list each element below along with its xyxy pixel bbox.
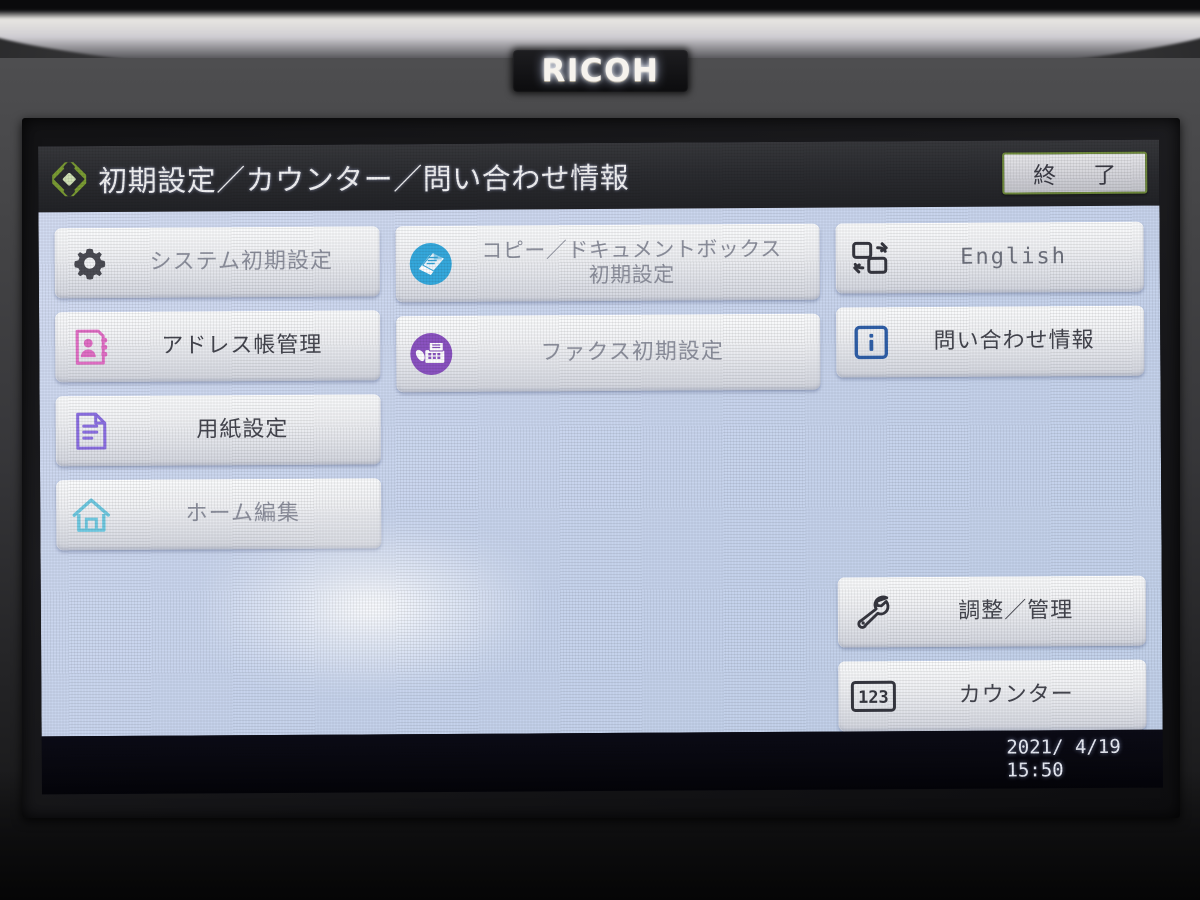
left-button-column: システム初期設定 アドレス帳管理 用紙設定 ホーム編集: [54, 226, 383, 736]
settings-diamond-icon: [52, 162, 87, 197]
paper-document-icon: [56, 411, 126, 451]
button-label: English: [960, 244, 1067, 270]
button-paper-settings[interactable]: 用紙設定: [55, 394, 382, 467]
copy-docbox-icon: [396, 241, 466, 287]
button-counter[interactable]: 123 カウンター: [837, 659, 1147, 732]
fax-icon: [396, 331, 466, 377]
ricoh-logo-text: RICOH: [541, 53, 660, 89]
exit-button[interactable]: 終 了: [1002, 151, 1148, 195]
counter-123-icon: 123: [838, 679, 908, 713]
home-icon: [56, 496, 126, 534]
page-title: 初期設定／カウンター／問い合わせ情報: [98, 160, 630, 199]
lcd-touchscreen[interactable]: 初期設定／カウンター／問い合わせ情報 終 了 システム初期設定 アドレス帳管理 …: [38, 139, 1163, 795]
info-icon: [836, 323, 906, 361]
address-book-icon: [55, 328, 125, 366]
time-text: 15:50: [1006, 759, 1064, 782]
middle-button-column: コピー／ドキュメントボックス 初期設定 ファクス初期設定: [395, 223, 823, 735]
button-label: コピー／ドキュメントボックス 初期設定: [466, 237, 820, 289]
button-label: 問い合わせ情報: [933, 327, 1095, 354]
button-label: 用紙設定: [196, 416, 289, 443]
date-text: 2021/ 4/19: [1006, 735, 1121, 759]
screen-status-bar: 2021/ 4/19 15:50: [41, 729, 1163, 795]
gear-icon: [55, 244, 125, 282]
button-label: 調整／管理: [958, 598, 1074, 624]
screen-title-bar: 初期設定／カウンター／問い合わせ情報 終 了: [38, 139, 1160, 213]
button-address-book[interactable]: アドレス帳管理: [55, 310, 381, 383]
column-spacer: [836, 390, 1145, 564]
button-label-line2: 初期設定: [588, 262, 675, 288]
button-label-line1: コピー／ドキュメントボックス: [481, 237, 782, 263]
button-system-settings[interactable]: システム初期設定: [54, 226, 381, 299]
button-fax-settings[interactable]: ファクス初期設定: [396, 313, 821, 393]
svg-text:123: 123: [858, 688, 889, 708]
button-edit-home[interactable]: ホーム編集: [56, 478, 382, 551]
button-copy-docbox-settings[interactable]: コピー／ドキュメントボックス 初期設定: [395, 223, 820, 303]
button-label: システム初期設定: [149, 248, 334, 275]
button-label: ホーム編集: [185, 500, 301, 527]
wrench-icon: [837, 592, 907, 632]
ricoh-brand-badge: RICOH: [513, 50, 688, 92]
right-button-column: English 問い合わせ情報 調整／管理 123 カウンター: [835, 221, 1147, 732]
button-label: ファクス初期設定: [540, 339, 724, 366]
language-switch-icon: [835, 238, 905, 278]
button-label: カウンター: [958, 682, 1074, 708]
settings-menu-panel: システム初期設定 アドレス帳管理 用紙設定 ホーム編集 コピー／ドキュメントボッ…: [38, 205, 1163, 737]
button-adjustment-management[interactable]: 調整／管理: [837, 575, 1147, 648]
datetime-display: 2021/ 4/19 15:50: [1006, 736, 1121, 783]
button-columns: システム初期設定 アドレス帳管理 用紙設定 ホーム編集 コピー／ドキュメントボッ…: [38, 206, 1162, 737]
button-label: アドレス帳管理: [161, 332, 323, 359]
button-inquiry-info[interactable]: 問い合わせ情報: [835, 305, 1145, 378]
printer-control-panel-photo: RICOH 初期設定／カウンター／問い合わせ情報 終 了 システム初期設定 アド…: [0, 0, 1200, 900]
exit-button-label: 終 了: [1033, 162, 1124, 190]
button-english-language[interactable]: English: [835, 221, 1144, 294]
